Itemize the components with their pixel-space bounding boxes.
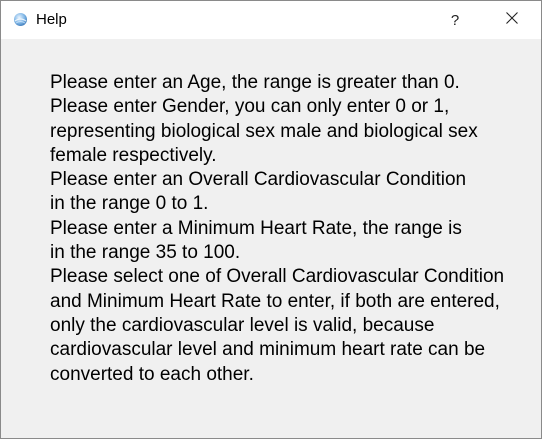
help-line: only the cardiovascular level is valid, … xyxy=(50,314,435,336)
help-line: in the range 35 to 100. xyxy=(50,242,241,264)
window-title: Help xyxy=(36,11,67,28)
help-text: Please enter an Age, the range is greate… xyxy=(50,71,530,387)
help-line: Please enter an Overall Cardiovascular C… xyxy=(50,169,467,191)
title-bar[interactable]: Help ? xyxy=(1,1,541,39)
help-line: cardiovascular level and minimum heart r… xyxy=(50,339,486,361)
help-line: and Minimum Heart Rate to enter, if both… xyxy=(50,290,500,312)
context-help-button[interactable]: ? xyxy=(429,1,481,39)
help-line: female respectively. xyxy=(50,144,217,166)
help-line: Please enter Gender, you can only enter … xyxy=(50,96,450,118)
close-button[interactable] xyxy=(485,1,539,39)
help-line: representing biological sex male and bio… xyxy=(50,120,478,142)
help-dialog: Help ? Please enter an Age, the range is… xyxy=(0,0,542,439)
app-globe-icon xyxy=(13,12,28,27)
help-line: Please enter a Minimum Heart Rate, the r… xyxy=(50,217,462,239)
help-line: in the range 0 to 1. xyxy=(50,193,209,215)
help-line: Please select one of Overall Cardiovascu… xyxy=(50,266,505,288)
help-line: converted to each other. xyxy=(50,363,254,385)
close-icon xyxy=(506,11,518,29)
help-line: Please enter an Age, the range is greate… xyxy=(50,72,460,93)
